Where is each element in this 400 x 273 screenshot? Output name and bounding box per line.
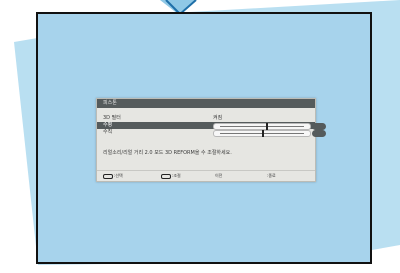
osd-title: 피스톤 <box>97 99 315 108</box>
slider-knob[interactable] <box>262 130 264 137</box>
menu-row-vertical[interactable]: 수직 <box>103 129 112 136</box>
button-icon <box>103 173 113 179</box>
vertical-slider[interactable] <box>213 130 326 137</box>
menu-value-3d-filter: 켜짐 <box>213 115 223 121</box>
slider-value-box <box>312 123 326 130</box>
footer-item-back: 이전 <box>215 173 223 178</box>
footer-item-adjust: :조절 <box>161 171 181 181</box>
osd-note: 리얼소리/리얼 거리 2.0 모드 3D REFORM을 수 조절하세요. <box>103 150 232 156</box>
slider-knob[interactable] <box>266 123 269 130</box>
slider-track <box>220 126 304 127</box>
projection-scene: 피스톤 3D 필터 켜짐 수평 수직 리얼소리/리얼 거리 2.0 모드 3D … <box>0 0 400 273</box>
osd-footer: :선택 :조절 이전 :종료 <box>97 170 315 181</box>
horizontal-slider[interactable] <box>213 123 326 130</box>
button-icon <box>161 173 171 179</box>
menu-row-3d-filter[interactable]: 3D 필터 <box>103 115 121 122</box>
footer-item-exit: :종료 <box>267 173 276 178</box>
footer-item-select: :선택 <box>103 171 123 181</box>
slider-value-box <box>312 130 326 137</box>
osd-menu: 피스톤 3D 필터 켜짐 수평 수직 리얼소리/리얼 거리 2.0 모드 3D … <box>96 98 326 182</box>
